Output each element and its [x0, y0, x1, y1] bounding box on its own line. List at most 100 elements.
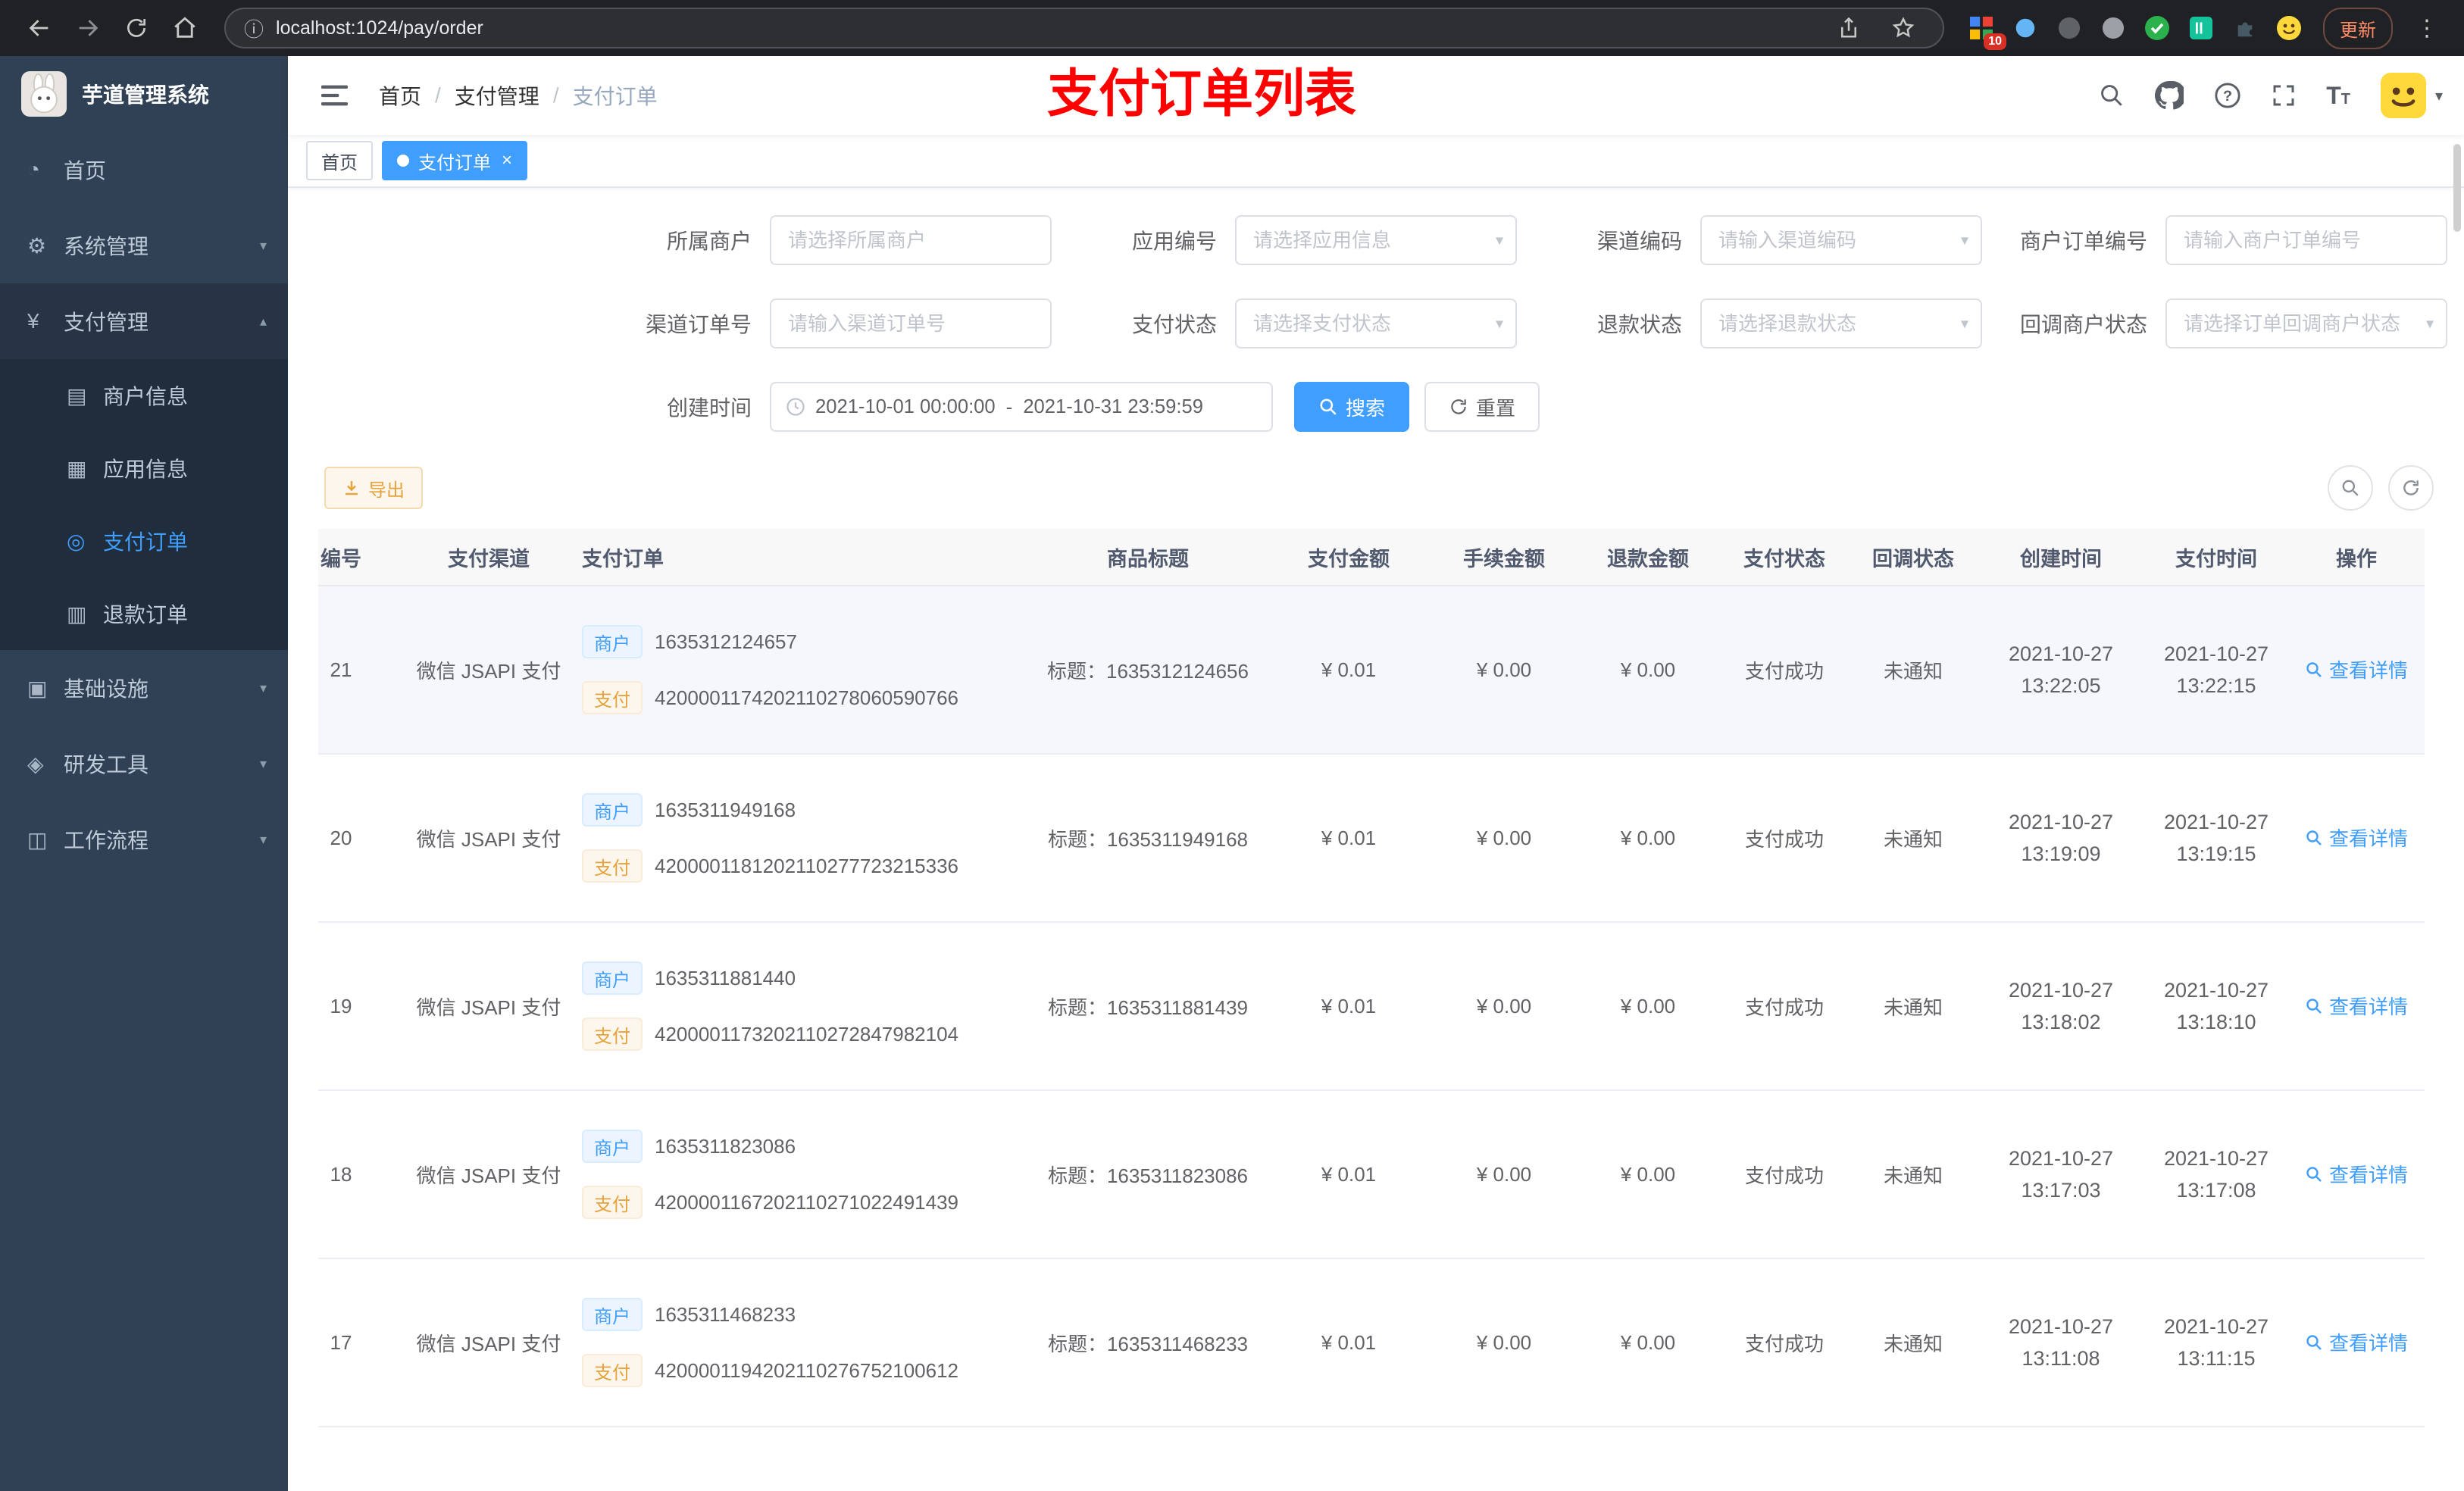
- filter-label: 所属商户: [666, 230, 752, 253]
- pay-tag: 支付: [582, 1017, 643, 1051]
- table-toolbar: 导出: [324, 465, 2434, 511]
- share-icon[interactable]: [1828, 7, 1870, 49]
- table-row: 19 微信 JSAPI 支付 商户 1635311881440 支付 4200001173…: [318, 923, 2425, 1091]
- table-header-row: 编号 支付渠道 支付订单 商品标题 支付金额 手续金额 退款金额 支付状态 回调状态 创建时间 支付…: [318, 529, 2425, 586]
- channel-order-no: 4200001167202110271022491439: [655, 1190, 959, 1214]
- view-detail-link[interactable]: 查看详情: [2305, 655, 2408, 683]
- pay-tag: 支付: [582, 1354, 643, 1387]
- order-icon: ◎: [67, 529, 86, 553]
- dark-extension-icon[interactable]: [2050, 9, 2088, 47]
- drop-extension-icon[interactable]: [2006, 9, 2044, 47]
- order-id: 18: [330, 1162, 352, 1186]
- browser-menu-icon[interactable]: ⋮: [2408, 15, 2446, 42]
- page-content: 所属商户 应用编号 ▾ 渠道编码 ▾ 商户订单编号: [288, 188, 2464, 1491]
- sidebar-item-label: 支付订单: [103, 530, 189, 554]
- column-header: 商品标题: [1107, 547, 1189, 570]
- order-id: 17: [330, 1330, 352, 1354]
- emoji-extension-icon[interactable]: [2270, 9, 2308, 47]
- update-button[interactable]: 更新: [2323, 7, 2393, 49]
- view-icon: [2306, 830, 2322, 846]
- app-no-filter-select[interactable]: [1235, 215, 1517, 265]
- github-icon[interactable]: [2155, 81, 2184, 110]
- toggle-search-button[interactable]: [2328, 465, 2373, 511]
- help-icon[interactable]: ?: [2214, 82, 2241, 109]
- caret-down-icon: ▾: [2434, 87, 2443, 105]
- view-icon: [2306, 1335, 2322, 1350]
- filter-label: 渠道订单号: [645, 313, 752, 336]
- create-time-range-picker[interactable]: 2021-10-01 00:00:00 - 2021-10-31 23:59:5…: [770, 382, 1273, 432]
- table-row: 21 微信 JSAPI 支付 商户 1635312124657 支付 4200001174…: [318, 586, 2425, 755]
- book-extension-icon[interactable]: [2182, 9, 2220, 47]
- merchant-icon: ▤: [67, 383, 87, 408]
- view-detail-link[interactable]: 查看详情: [2305, 1328, 2408, 1356]
- channel-order-no-input[interactable]: [770, 299, 1052, 349]
- channel-order-no: 4200001173202110272847982104: [655, 1022, 959, 1046]
- create-date: 2021-10-27: [2008, 642, 2114, 665]
- home-icon[interactable]: [164, 7, 206, 49]
- view-detail-link[interactable]: 查看详情: [2305, 1160, 2408, 1188]
- view-detail-link[interactable]: 查看详情: [2305, 992, 2408, 1020]
- product-title: 标题：1635311949168: [1047, 827, 1249, 851]
- fullscreen-icon[interactable]: [2272, 83, 2296, 108]
- search-button[interactable]: 搜索: [1294, 382, 1410, 432]
- sidebar-item-system[interactable]: ⚙ 系统管理 ▾: [0, 208, 288, 283]
- site-info-icon[interactable]: ⓘ: [244, 14, 264, 42]
- font-size-icon[interactable]: TT: [2326, 82, 2350, 110]
- reset-button[interactable]: 重置: [1424, 382, 1540, 432]
- hamburger-icon[interactable]: [309, 80, 364, 111]
- merchant-filter-input[interactable]: [770, 215, 1052, 265]
- create-time-cell: 2021-10-27 13:18:02: [1978, 974, 2144, 1038]
- scrollbar-thumb[interactable]: [2453, 144, 2461, 232]
- sidebar-item-infra[interactable]: ▣ 基础设施 ▾: [0, 650, 288, 726]
- breadcrumb-payment[interactable]: 支付管理: [455, 80, 539, 111]
- pay-status: 支付成功: [1744, 1332, 1824, 1355]
- pay-status: 支付成功: [1744, 996, 1824, 1019]
- sidebar-item-app-info[interactable]: ▦ 应用信息: [0, 432, 288, 505]
- merchant-order-no-filter: 商户订单编号: [1999, 215, 2464, 265]
- sidebar-item-devtools[interactable]: ◈ 研发工具 ▾: [0, 726, 288, 802]
- main-area: 首页 / 支付管理 / 支付订单 ? TT ▾ 首页 支付订单 × 所属商户 请…: [288, 56, 2464, 1491]
- notify-status-select[interactable]: [2165, 299, 2447, 349]
- bookmark-star-icon[interactable]: [1882, 7, 1925, 49]
- sidebar-item-pay-order[interactable]: ◎ 支付订单: [0, 505, 288, 577]
- address-bar[interactable]: ⓘ localhost:1024/pay/order: [224, 8, 1944, 48]
- create-time-cell: 2021-10-27 13:17:03: [1978, 1142, 2144, 1206]
- refund-amount: ¥ 0.00: [1620, 1162, 1676, 1186]
- tab-home[interactable]: 首页: [306, 141, 373, 180]
- channel-order-line: 支付 4200001167202110271022491439: [582, 1186, 1024, 1219]
- puzzle-extension-icon[interactable]: [2226, 9, 2264, 47]
- pay-time-cell: 2021-10-27 13:22:15: [2144, 638, 2288, 702]
- view-detail-link[interactable]: 查看详情: [2305, 824, 2408, 852]
- sidebar-item-workflow[interactable]: ◫ 工作流程 ▾: [0, 802, 288, 877]
- column-header: 操作: [2336, 547, 2377, 570]
- table-row: 商户1635311157126: [318, 1427, 2425, 1491]
- tab-pay-order[interactable]: 支付订单 ×: [382, 141, 528, 180]
- back-icon[interactable]: [18, 7, 61, 49]
- channel-code-filter-select[interactable]: [1700, 215, 1982, 265]
- check-extension-icon[interactable]: [2138, 9, 2176, 47]
- sidebar-item-merchant-info[interactable]: ▤ 商户信息: [0, 359, 288, 432]
- sidebar-item-home[interactable]: ◔ 首页: [0, 132, 288, 208]
- chevron-up-icon: ▴: [259, 313, 267, 329]
- refresh-table-button[interactable]: [2388, 465, 2434, 511]
- pay-order-cell: 商户 1635311468233 支付 42000011942021102767521…: [576, 1298, 1030, 1387]
- create-clock: 13:11:08: [2022, 1347, 2100, 1370]
- filter-label: 回调商户状态: [2019, 313, 2147, 336]
- forward-icon[interactable]: [67, 7, 109, 49]
- refund-status-select[interactable]: [1700, 299, 1982, 349]
- merchant-order-line: 商户 1635312124657: [582, 625, 1024, 658]
- reload-icon[interactable]: [115, 7, 158, 49]
- gray-extension-icon[interactable]: [2094, 9, 2132, 47]
- extensions-grid-icon[interactable]: 10: [1962, 9, 2006, 50]
- merchant-order-no-input[interactable]: [2165, 215, 2447, 265]
- pay-status-select[interactable]: [1235, 299, 1517, 349]
- breadcrumb-home[interactable]: 首页: [379, 80, 421, 111]
- close-icon[interactable]: ×: [502, 150, 512, 171]
- sidebar-item-refund-order[interactable]: ▥ 退款订单: [0, 577, 288, 650]
- search-icon[interactable]: [2099, 83, 2125, 108]
- user-menu[interactable]: ▾: [2380, 73, 2443, 118]
- fee-amount: ¥ 0.00: [1476, 658, 1532, 681]
- order-id: 19: [330, 994, 352, 1017]
- export-button[interactable]: 导出: [324, 467, 423, 509]
- sidebar-item-payment[interactable]: ¥ 支付管理 ▴: [0, 283, 288, 359]
